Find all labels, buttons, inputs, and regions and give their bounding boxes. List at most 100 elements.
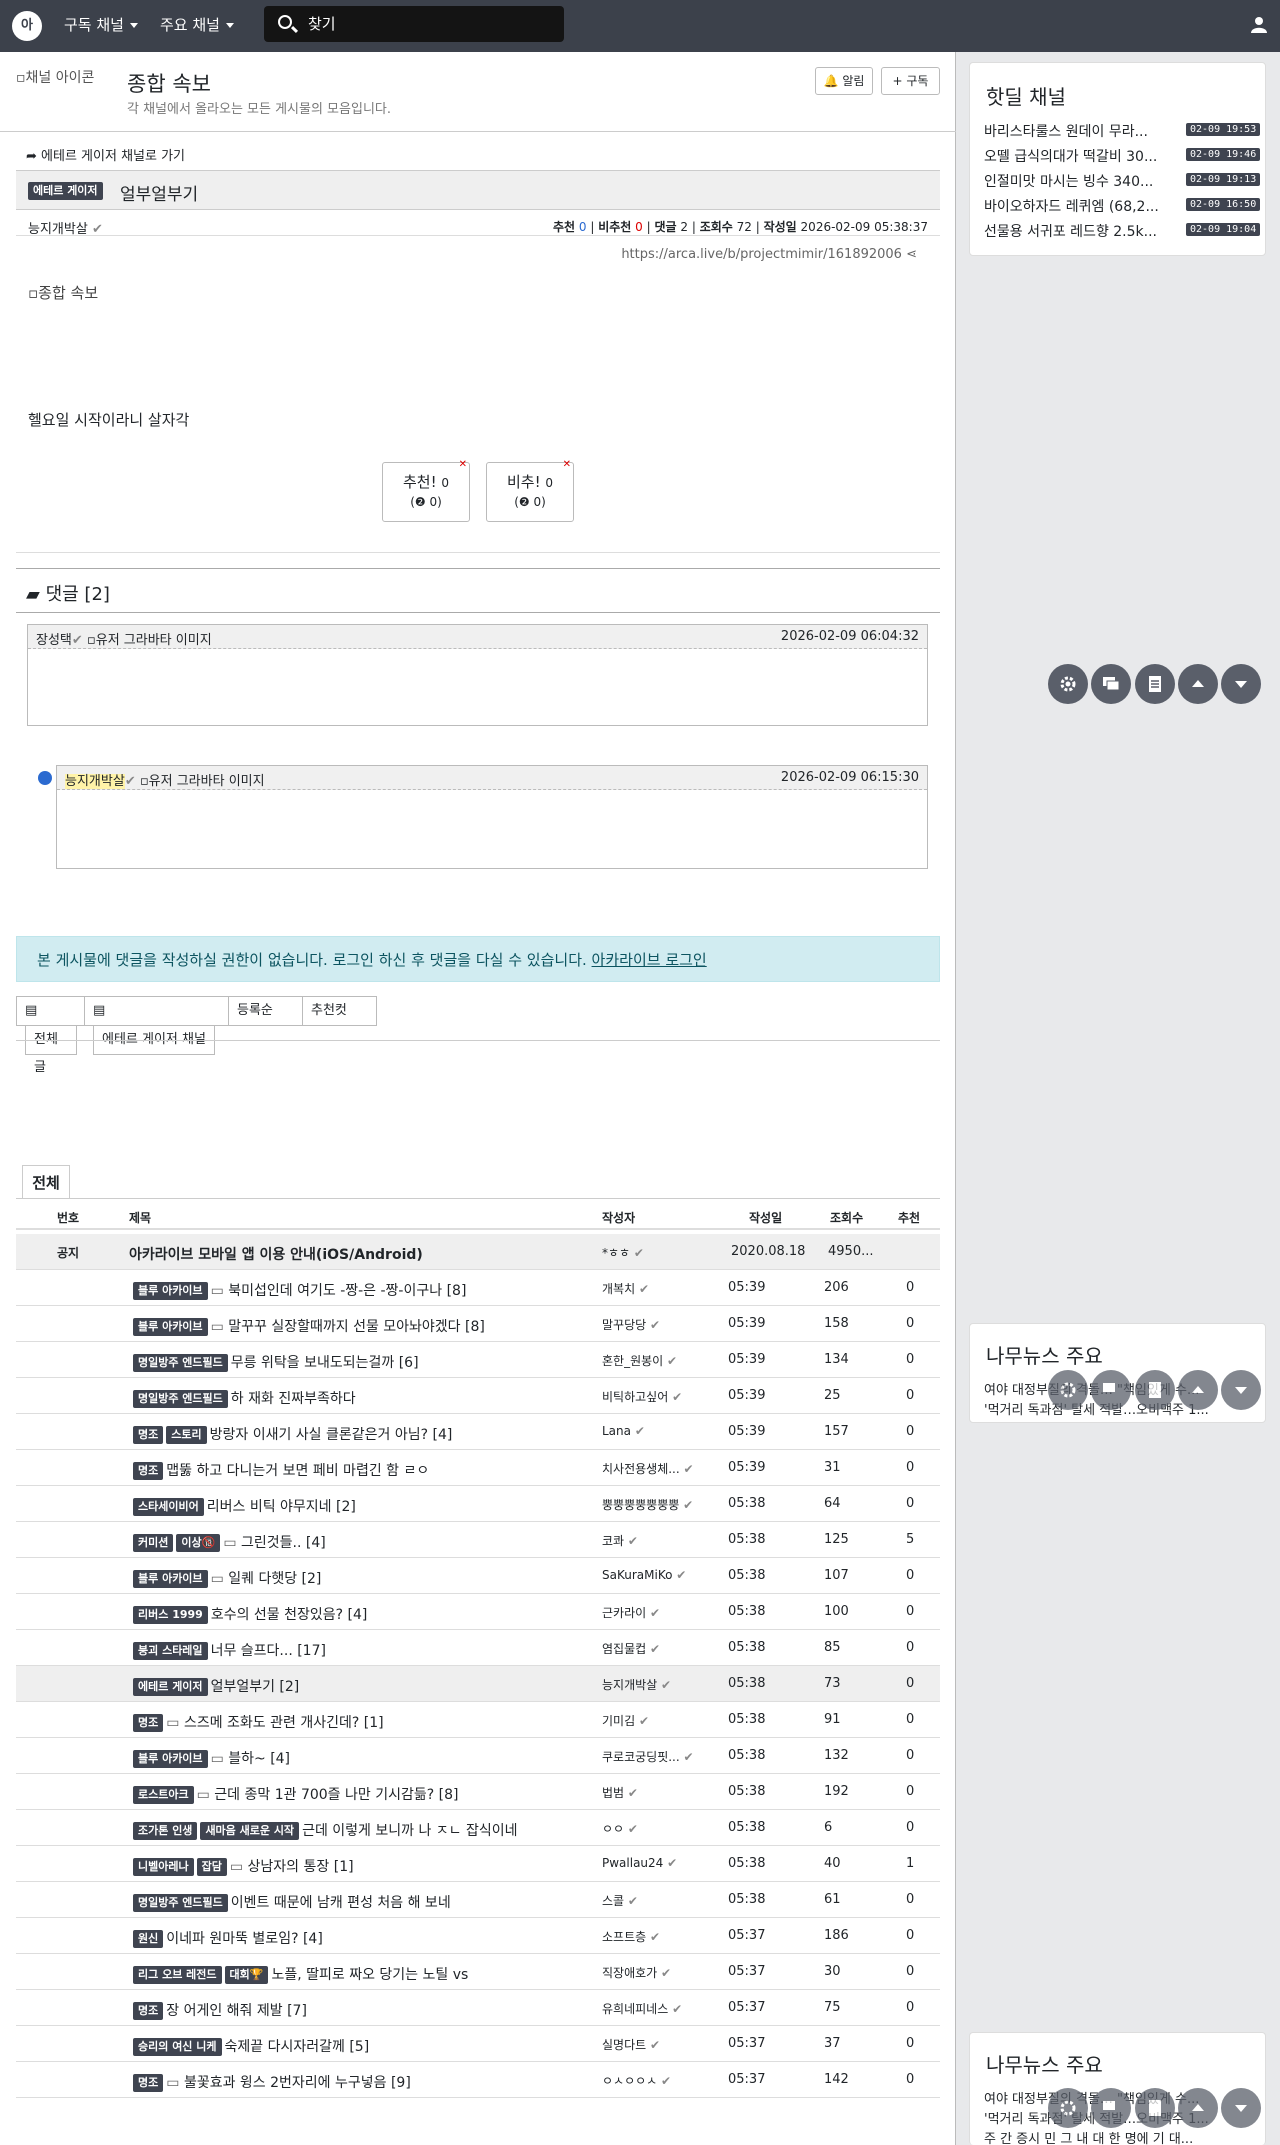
hotdeal-item[interactable]: 바리스타룰스 원데이 무라... 02-09 19:53 [984,121,1264,141]
row-author[interactable]: 스콜 ✔ [602,1892,702,1909]
category-badge[interactable]: 스타세이비어 [133,1498,204,1516]
comments-button[interactable] [1091,664,1131,704]
arca-logo[interactable]: 아 [12,11,42,41]
notice-row[interactable]: 공지 아카라이브 모바일 앱 이용 안내(iOS/Android) *ㅎㅎ ✔ … [16,1234,940,1270]
table-row[interactable]: 블루 아카이브 ▭ 북미섭인데 여기도 -짱-은 -짱-이구나 [8] 개복치 ✔ 0… [16,1270,940,1306]
table-row[interactable]: 리그 오브 레전드 대회🏆 노플, 딸피로 짜오 당기는 노틸 vs 직장애호가 ✔ 0… [16,1954,940,1990]
category-badge[interactable]: 잡담 [196,1858,227,1876]
category-badge[interactable]: 승리의 여신 니케 [133,2038,222,2056]
row-author[interactable]: 능지개박살 ✔ [602,1676,702,1693]
hotdeal-item[interactable]: 인절미맛 마시는 빙수 340... 02-09 19:13 [984,171,1264,191]
subscribed-channels-dropdown[interactable]: 구독 채널 [64,14,138,35]
list-button[interactable] [1135,664,1175,704]
category-badge[interactable]: 리그 오브 레전드 [133,1966,222,1984]
table-row[interactable]: 리버스 1999 호수의 선물 천장있음? [4] 근카라이 ✔ 05:38 100 0 [16,1594,940,1630]
table-row[interactable]: 에테르 게이저 얼부얼부기 [2] 능지개박살 ✔ 05:38 73 0 [16,1666,940,1702]
category-badge[interactable]: 명조 [133,1426,164,1444]
table-row[interactable]: 명조 ▭ 불꽃효과 윙스 2번자리에 누구넣음 [9] ㅇㅅㅇㅇㅅ ✔ 05:37 14… [16,2062,940,2098]
row-author[interactable]: 쿠로코궁딩핏... ✔ [602,1748,702,1765]
row-author[interactable]: 유희네피네스 ✔ [602,2000,702,2017]
row-author[interactable]: 실명다트 ✔ [602,2036,702,2053]
post-url-link[interactable]: https://arca.live/b/projectmimir/1618920… [621,247,917,262]
scroll-up-button[interactable] [1178,664,1218,704]
post-author[interactable]: 능지개박살 ✔ [28,218,103,237]
tab-all-posts[interactable]: ▤ 전체글 [16,996,85,1075]
row-author[interactable]: ㅇㅅㅇㅇㅅ ✔ [602,2072,702,2089]
row-author[interactable]: 염집물컵 ✔ [602,1640,702,1657]
row-author[interactable]: 근카라이 ✔ [602,1604,702,1621]
scroll-down-button[interactable] [1221,664,1261,704]
row-author[interactable]: 법범 ✔ [602,1784,702,1801]
tab-best[interactable]: 추천컷 [302,996,377,1026]
table-row[interactable]: 승리의 여신 니케 숙제끝 다시자러갈께 [5] 실명다트 ✔ 05:37 37 0 [16,2026,940,2062]
news-item[interactable]: 주 간 증시 민 그 내 대 한 명에 기 대... [984,2128,1264,2145]
comments-button[interactable] [1091,1370,1131,1410]
table-row[interactable]: 명조 맵뚫 하고 다니는거 보면 페비 마렵긴 함 ㄹㅇ 치사전용생체... ✔ 05… [16,1450,940,1486]
news-title[interactable]: 나무뉴스 주요 [986,1340,1103,1369]
row-author[interactable]: 뿡뿡뿡뿡뿡뿡뿡 ✔ [602,1496,702,1513]
downvote-button[interactable]: ✕ 비추! 0 (❷ 0) [486,459,574,522]
category-badge[interactable]: 명일방주 엔드필드 [133,1894,228,1912]
settings-button[interactable] [1048,2088,1088,2128]
row-author[interactable]: 직장애호가 ✔ [602,1964,702,1981]
search-input[interactable]: 찾기 [264,6,564,42]
comment-author[interactable]: 능지개박살✔ ▫유저 그라바타 이미지 [65,770,265,789]
category-badge[interactable]: 이상🔞 [176,1534,221,1552]
category-badge[interactable]: 리버스 1999 [133,1606,208,1624]
hotdeal-item[interactable]: 선물용 서귀포 레드향 2.5k... 02-09 19:04 [984,221,1264,241]
list-button[interactable] [1135,1370,1175,1410]
category-badge[interactable]: 대회🏆 [224,1966,269,1984]
subscribe-button[interactable]: + 구독 [881,67,940,95]
category-badge[interactable]: 블루 아카이브 [133,1570,208,1588]
category-badge[interactable]: 에테르 게이저 [28,182,103,200]
row-author[interactable]: 소프트층 ✔ [602,1928,702,1945]
table-row[interactable]: 블루 아카이브 ▭ 블하~ [4] 쿠로코궁딩핏... ✔ 05:38 132 0 [16,1738,940,1774]
category-badge[interactable]: 명일방주 엔드필드 [133,1390,228,1408]
table-row[interactable]: 원신 이네파 원마뚝 별로임? [4] 소프트층 ✔ 05:37 186 0 [16,1918,940,1954]
scroll-up-button[interactable] [1178,1370,1218,1410]
go-to-channel-link[interactable]: ➦ 에테르 게이저 채널로 가기 [26,145,185,164]
table-row[interactable]: 조가톤 인생 새마음 새로운 시작 근데 이렇게 보니까 나 ㅈㄴ 잡식이네 ㅇㅇ ✔… [16,1810,940,1846]
channel-title[interactable]: 종합 속보 [127,68,211,98]
row-author[interactable]: 코콰 ✔ [602,1532,702,1549]
scroll-down-button[interactable] [1221,1370,1261,1410]
category-badge[interactable]: 블루 아카이브 [133,1282,208,1300]
table-row[interactable]: 커미션 이상🔞 ▭ 그린것들.. [4] 코콰 ✔ 05:38 125 5 [16,1522,940,1558]
category-badge[interactable]: 붕괴 스타레일 [133,1642,208,1660]
user-icon[interactable] [1250,16,1268,34]
row-author[interactable]: 개복치 ✔ [602,1280,702,1297]
hotdeal-title[interactable]: 핫딜 채널 [986,81,1066,110]
table-row[interactable]: 블루 아카이브 ▭ 일퀘 다햇당 [2] SaKuraMiKo ✔ 05:38 107 0 [16,1558,940,1594]
hotdeal-item[interactable]: 오뗄 급식의대가 떡갈비 30... 02-09 19:46 [984,146,1264,166]
list-button[interactable] [1135,2088,1175,2128]
row-author[interactable]: 말꾸당당 ✔ [602,1316,702,1333]
table-row[interactable]: 명조 ▭ 스즈메 조화도 관련 개사긴데? [1] 기미김 ✔ 05:38 91 0 [16,1702,940,1738]
table-row[interactable]: 명조 스토리 방랑자 이새기 사실 클론같은거 아님? [4] Lana ✔ 05:39… [16,1414,940,1450]
news-title[interactable]: 나무뉴스 주요 [986,2049,1103,2078]
row-author[interactable]: 혼한_원봉이 ✔ [602,1352,702,1369]
table-row[interactable]: 스타세이비어 리버스 비틱 야무지네 [2] 뿡뿡뿡뿡뿡뿡뿡 ✔ 05:38 64 0 [16,1486,940,1522]
tab-all-list[interactable]: 전체 [22,1165,70,1199]
category-badge[interactable]: 에테르 게이저 [133,1678,208,1696]
category-badge[interactable]: 명조 [133,1714,164,1732]
table-row[interactable]: 블루 아카이브 ▭ 말꾸꾸 실장할때까지 선물 모아놔야겠다 [8] 말꾸당당 ✔ 0… [16,1306,940,1342]
row-author[interactable]: Lana ✔ [602,1424,702,1438]
row-author[interactable]: 치사전용생체... ✔ [602,1460,702,1477]
settings-button[interactable] [1048,664,1088,704]
settings-button[interactable] [1048,1370,1088,1410]
row-author[interactable]: ㅇㅇ ✔ [602,1820,702,1837]
table-row[interactable]: 명일방주 엔드필드 하 재화 진짜부족하다 비틱하고싶어 ✔ 05:39 25 0 [16,1378,940,1414]
category-badge[interactable]: 명조 [133,2002,164,2020]
row-author[interactable]: SaKuraMiKo ✔ [602,1568,702,1582]
scroll-up-button[interactable] [1178,2088,1218,2128]
row-author[interactable]: Pwallau24 ✔ [602,1856,702,1870]
login-link[interactable]: 아카라이브 로그인 [592,951,707,969]
category-badge[interactable]: 명조 [133,2074,164,2092]
row-author[interactable]: 비틱하고싶어 ✔ [602,1388,702,1405]
table-row[interactable]: 로스트아크 ▭ 근데 종막 1관 700즐 나만 기시감듦? [8] 법범 ✔ 05:… [16,1774,940,1810]
category-badge[interactable]: 새마음 새로운 시작 [200,1822,300,1840]
table-row[interactable]: 명일방주 엔드필드 이벤트 때문에 남캐 편성 처음 해 보네 스콜 ✔ 05:38 6… [16,1882,940,1918]
hotdeal-item[interactable]: 바이오하자드 레퀴엠 (68,2... 02-09 16:50 [984,196,1264,216]
category-badge[interactable]: 블루 아카이브 [133,1750,208,1768]
row-author[interactable]: 기미김 ✔ [602,1712,702,1729]
